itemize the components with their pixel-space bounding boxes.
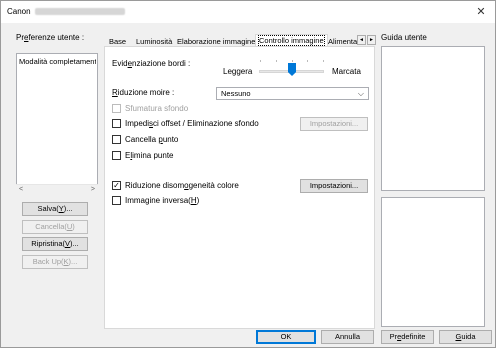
restore-button[interactable]: Ripristina(V)... — [22, 237, 88, 251]
notch-removal-label: Elimina punte — [125, 151, 174, 160]
tab-scroll-right-icon[interactable]: ► — [367, 35, 376, 45]
notch-removal-checkbox[interactable] — [112, 151, 121, 160]
color-uniformity-label: Riduzione disomogeneità colore — [125, 181, 239, 190]
scroll-right-icon[interactable]: > — [91, 186, 95, 193]
slider-tick — [276, 60, 277, 62]
edge-strong-label: Marcata — [332, 67, 361, 76]
backup-button[interactable]: Back Up(K)... — [22, 255, 88, 269]
help-button[interactable]: Guida — [439, 330, 492, 344]
tab-scroll-left-icon[interactable]: ◄ — [357, 35, 366, 45]
slider-tick — [260, 60, 261, 62]
scroll-left-icon[interactable]: < — [19, 186, 23, 193]
user-guide-pane-bottom — [381, 197, 485, 327]
inverse-image-label: Immagine inversa(H) — [125, 196, 200, 205]
dot-erase-label: Cancella punto — [125, 135, 179, 144]
cancel-button[interactable]: Annulla — [321, 330, 374, 344]
user-guide-label: Guida utente — [381, 33, 427, 42]
delete-button[interactable]: Cancella(U) — [22, 220, 88, 234]
prevent-offset-label: Impedisci offset / Eliminazione sfondo — [125, 119, 259, 128]
edge-light-label: Leggera — [223, 67, 253, 76]
color-uniformity-checkbox[interactable]: ✓ — [112, 181, 121, 190]
defaults-button[interactable]: Predefinite — [381, 330, 434, 344]
list-item[interactable]: Modalità completamente — [19, 57, 96, 66]
prevent-offset-checkbox[interactable] — [112, 119, 121, 128]
edge-emphasis-label: Evidenziazione bordi : — [112, 59, 191, 68]
preferences-list[interactable]: Modalità completamente — [16, 53, 98, 197]
moire-select[interactable]: Nessuno ⌵ — [216, 87, 369, 100]
preferences-label: Preferenze utente : — [16, 33, 85, 42]
offset-settings-button[interactable]: Impostazioni... — [300, 117, 368, 131]
scanner-driver-dialog: Canon ✕ Preferenze utente : Modalità com… — [0, 0, 496, 348]
slider-tick — [307, 60, 308, 62]
title-redacted — [35, 8, 125, 15]
horizontal-scrollbar[interactable]: < > — [16, 184, 98, 197]
slider-tick — [292, 60, 293, 62]
blur-background-checkbox[interactable] — [112, 104, 121, 113]
moire-value: Nessuno — [221, 89, 251, 98]
title-bar: Canon ✕ — [1, 1, 495, 23]
save-button[interactable]: Salva(Y)... — [22, 202, 88, 216]
slider-tick — [323, 60, 324, 62]
moire-label: Riduzione moire : — [112, 88, 175, 97]
dot-erase-checkbox[interactable] — [112, 135, 121, 144]
window-title: Canon — [7, 7, 31, 16]
blur-background-label: Sfumatura sfondo — [125, 104, 189, 113]
chevron-down-icon: ⌵ — [357, 89, 364, 98]
user-guide-pane-top — [381, 46, 485, 191]
color-settings-button[interactable]: Impostazioni... — [300, 179, 368, 193]
inverse-image-checkbox[interactable] — [112, 196, 121, 205]
ok-button[interactable]: OK — [256, 330, 316, 344]
close-icon[interactable]: ✕ — [473, 4, 489, 20]
